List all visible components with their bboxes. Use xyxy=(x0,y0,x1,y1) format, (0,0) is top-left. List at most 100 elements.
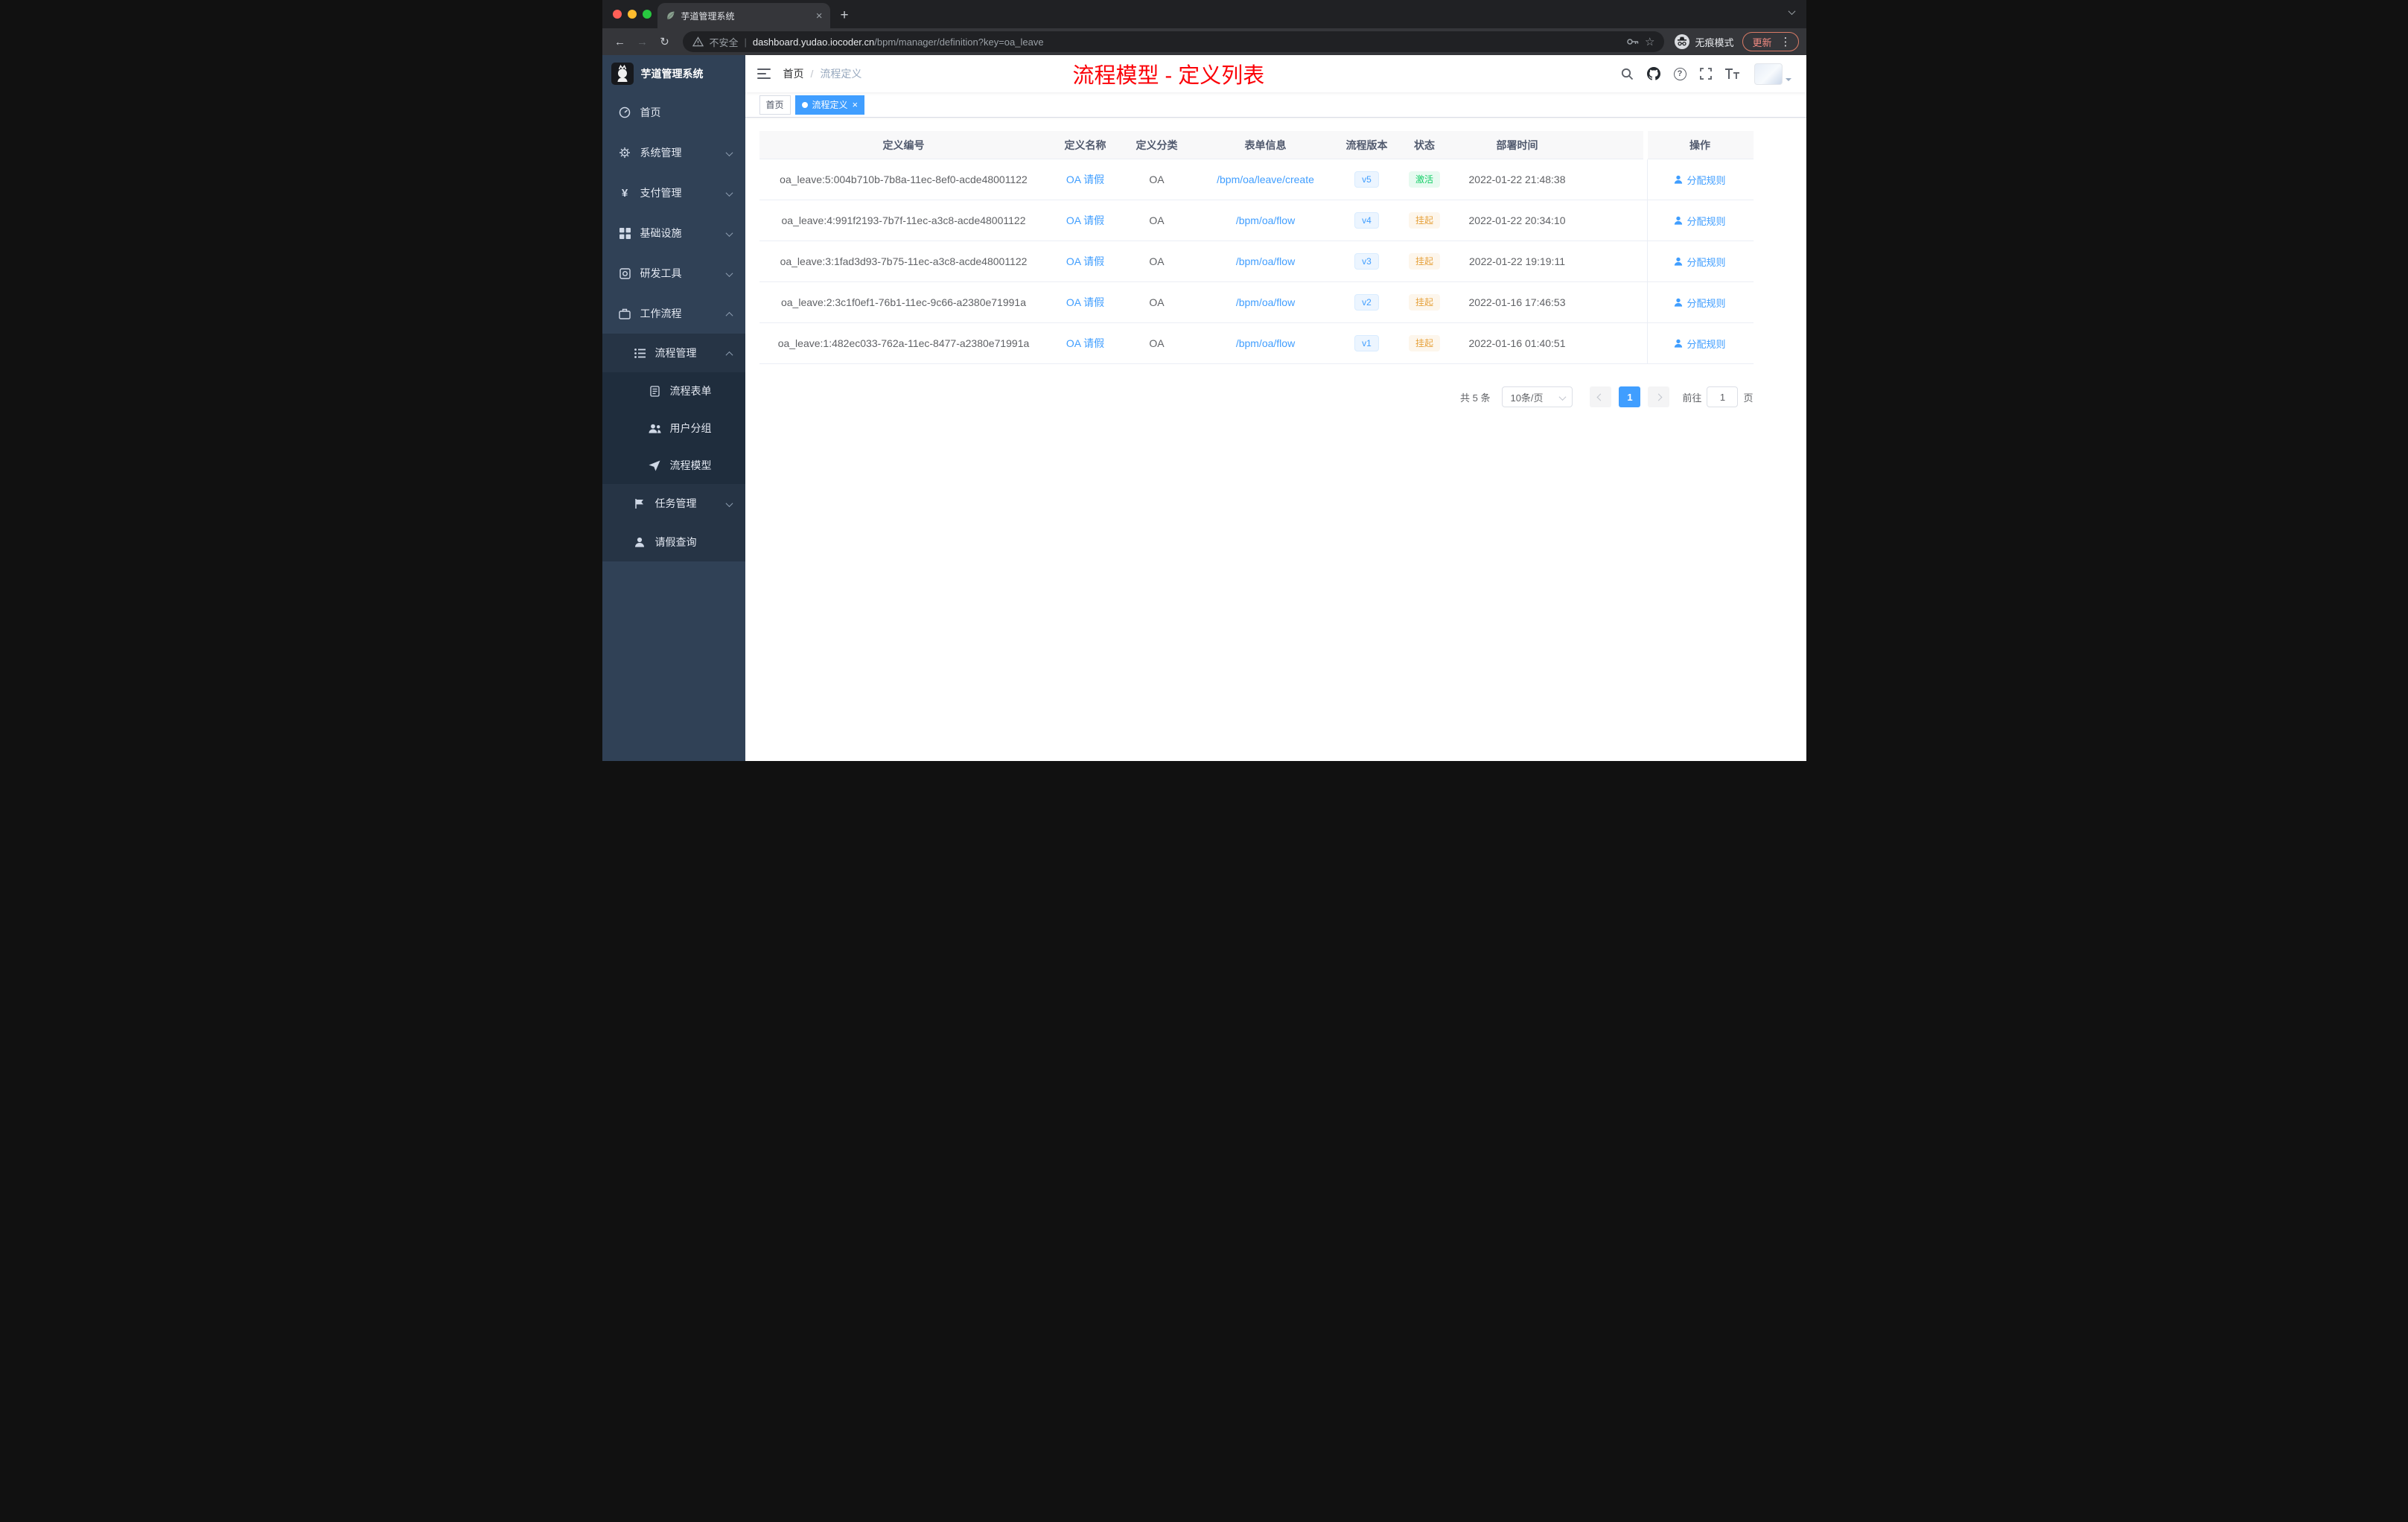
update-chip[interactable]: 更新 ⋮ xyxy=(1742,32,1799,51)
page-jumper: 前往 页 xyxy=(1682,386,1754,407)
sidebar-item-workflow[interactable]: 工作流程 xyxy=(602,293,745,334)
user-menu[interactable] xyxy=(1754,63,1791,85)
form-link[interactable]: /bpm/oa/flow xyxy=(1236,296,1295,308)
maximize-window-button[interactable] xyxy=(642,10,652,19)
form-link[interactable]: /bpm/oa/flow xyxy=(1236,255,1295,267)
deploy-time: 2022-01-22 19:19:11 xyxy=(1469,255,1565,267)
form-link[interactable]: /bpm/oa/flow xyxy=(1236,214,1295,226)
browser-tab[interactable]: 芋道管理系统 × xyxy=(657,3,830,28)
page-url: dashboard.yudao.iocoder.cn/bpm/manager/d… xyxy=(753,36,1044,48)
status-badge: 挂起 xyxy=(1408,335,1440,351)
page-content: 定义编号 定义名称 定义分类 表单信息 流程版本 状态 部署时间 操作 oa_l… xyxy=(745,118,1806,761)
definition-name-link[interactable]: OA 请假 xyxy=(1066,173,1104,185)
tab-close-icon[interactable]: × xyxy=(816,10,823,22)
sidebar-toggle-icon[interactable] xyxy=(757,68,771,80)
browser-menu-icon[interactable]: ⋮ xyxy=(1778,35,1794,48)
deploy-time: 2022-01-22 20:34:10 xyxy=(1468,214,1566,226)
bookmark-star-icon[interactable]: ☆ xyxy=(1645,35,1654,48)
definition-name-link[interactable]: OA 请假 xyxy=(1066,214,1104,226)
font-size-icon[interactable] xyxy=(1724,69,1739,79)
chevron-down-icon xyxy=(725,497,733,509)
search-icon[interactable] xyxy=(1621,68,1634,80)
incognito-badge: 无痕模式 xyxy=(1675,34,1733,49)
definition-table: 定义编号 定义名称 定义分类 表单信息 流程版本 状态 部署时间 操作 oa_l… xyxy=(759,131,1754,364)
toolbox-icon xyxy=(619,267,631,279)
chevron-down-icon xyxy=(725,267,733,279)
assign-rule-link[interactable]: 分配规则 xyxy=(1674,296,1726,310)
definition-category: OA xyxy=(1149,296,1165,308)
definition-name-link[interactable]: OA 请假 xyxy=(1066,337,1104,349)
prev-page-button[interactable] xyxy=(1590,386,1612,407)
navbar-actions: ? xyxy=(1621,63,1791,85)
yen-icon: ¥ xyxy=(621,186,628,200)
fixed-column-divider xyxy=(1646,131,1648,364)
avatar[interactable] xyxy=(1754,63,1783,85)
site-favicon xyxy=(665,10,675,21)
back-button[interactable]: ← xyxy=(610,36,631,48)
table-row: oa_leave:1:482ec033-762a-11ec-8477-a2380… xyxy=(759,323,1754,364)
forward-button[interactable]: → xyxy=(632,36,653,48)
password-key-icon[interactable] xyxy=(1626,36,1639,48)
grid-icon xyxy=(619,227,631,239)
tag-home[interactable]: 首页 xyxy=(759,95,791,115)
sidebar-item-home[interactable]: 首页 xyxy=(602,92,745,133)
new-tab-button[interactable]: + xyxy=(841,8,849,22)
version-badge: v5 xyxy=(1354,171,1379,188)
not-secure-icon xyxy=(692,36,704,47)
page-1-button[interactable]: 1 xyxy=(1619,386,1641,407)
chevron-down-icon xyxy=(1559,392,1567,403)
page-size-select[interactable]: 10条/页 xyxy=(1502,386,1573,407)
fullscreen-icon[interactable] xyxy=(1699,68,1712,80)
user-icon xyxy=(634,537,646,547)
briefcase-icon xyxy=(619,308,631,319)
column-header: 部署时间 xyxy=(1496,138,1538,151)
definition-name-link[interactable]: OA 请假 xyxy=(1066,296,1104,308)
sidebar-item-process-management[interactable]: 流程管理 xyxy=(602,334,745,372)
assign-rule-link[interactable]: 分配规则 xyxy=(1674,337,1726,351)
sidebar-logo[interactable]: 芋道管理系统 xyxy=(602,55,745,92)
sidebar-item-process-forms[interactable]: 流程表单 xyxy=(602,372,745,410)
column-header: 表单信息 xyxy=(1244,138,1287,151)
definition-name-link[interactable]: OA 请假 xyxy=(1066,255,1104,267)
reload-button[interactable]: ↻ xyxy=(654,35,675,48)
deploy-time: 2022-01-16 17:46:53 xyxy=(1468,296,1566,308)
chevron-down-icon xyxy=(725,227,733,239)
app-navbar: 首页 / 流程定义 流程模型 - 定义列表 ? xyxy=(745,55,1806,92)
sidebar-item-user-groups[interactable]: 用户分组 xyxy=(602,410,745,447)
form-link[interactable]: /bpm/oa/flow xyxy=(1236,337,1295,349)
sidebar-item-devtools[interactable]: 研发工具 xyxy=(602,253,745,293)
next-page-button[interactable] xyxy=(1648,386,1670,407)
address-bar[interactable]: 不安全 | dashboard.yudao.iocoder.cn/bpm/man… xyxy=(682,31,1665,52)
sidebar-item-infrastructure[interactable]: 基础设施 xyxy=(602,213,745,253)
sidebar-item-payment[interactable]: ¥ 支付管理 xyxy=(602,173,745,213)
browser-window: 芋道管理系统 × + ← → ↻ 不安全 | dashboard.yudao.i… xyxy=(602,0,1806,761)
tag-close-icon[interactable]: × xyxy=(853,100,859,109)
tag-process-definition[interactable]: 流程定义 × xyxy=(794,95,865,115)
sidebar-item-leave-query[interactable]: 请假查询 xyxy=(602,523,745,561)
chevron-up-icon xyxy=(725,347,733,359)
sidebar-item-process-models[interactable]: 流程模型 xyxy=(602,447,745,484)
assign-rule-link[interactable]: 分配规则 xyxy=(1674,214,1726,228)
tab-search-chevron-icon[interactable] xyxy=(1788,5,1795,19)
close-window-button[interactable] xyxy=(612,10,622,19)
traffic-lights xyxy=(612,10,652,19)
minimize-window-button[interactable] xyxy=(627,10,637,19)
separator: | xyxy=(744,36,747,48)
status-badge: 挂起 xyxy=(1408,294,1440,311)
active-tag-dot xyxy=(801,101,808,108)
github-icon[interactable] xyxy=(1646,67,1660,80)
definition-category: OA xyxy=(1149,337,1165,349)
definition-category: OA xyxy=(1149,255,1165,267)
definition-id: oa_leave:5:004b710b-7b8a-11ec-8ef0-acde4… xyxy=(780,173,1028,185)
sidebar-item-system[interactable]: 系统管理 xyxy=(602,133,745,173)
incognito-label: 无痕模式 xyxy=(1695,36,1734,48)
assign-rule-link[interactable]: 分配规则 xyxy=(1674,173,1726,187)
form-link[interactable]: /bpm/oa/leave/create xyxy=(1217,173,1314,185)
sidebar-item-task-management[interactable]: 任务管理 xyxy=(602,484,745,523)
assign-rule-link[interactable]: 分配规则 xyxy=(1674,255,1726,269)
help-icon[interactable]: ? xyxy=(1673,67,1686,80)
page-title-annotation: 流程模型 - 定义列表 xyxy=(1072,64,1265,88)
breadcrumb-home[interactable]: 首页 xyxy=(783,66,804,81)
list-icon xyxy=(634,348,646,358)
goto-page-input[interactable] xyxy=(1707,386,1739,407)
